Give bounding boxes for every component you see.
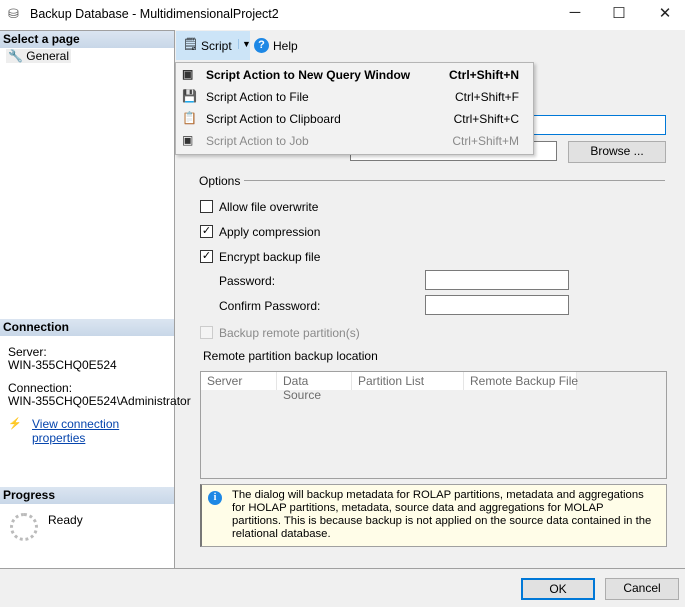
menu-item-file[interactable]: 💾 Script Action to File Ctrl+Shift+F bbox=[176, 86, 533, 108]
remote-partitions-label: Backup remote partition(s) bbox=[219, 326, 360, 340]
encrypt-checkbox[interactable]: ✓ bbox=[200, 250, 213, 263]
menu-label: Script Action to Job bbox=[206, 134, 309, 148]
options-label: Options bbox=[199, 174, 241, 188]
sidebar: Select a page 🔧 General Connection Serve… bbox=[0, 30, 191, 568]
confirm-password-label: Confirm Password: bbox=[219, 299, 321, 313]
server-value: WIN-355CHQ0E524 bbox=[8, 358, 117, 372]
remote-location-label: Remote partition backup location bbox=[203, 349, 378, 363]
ok-button[interactable]: OK bbox=[521, 578, 595, 600]
column-header-partition-list[interactable]: Partition List bbox=[352, 372, 464, 390]
close-button[interactable]: ✕ bbox=[650, 4, 680, 24]
browse-button[interactable]: Browse ... bbox=[568, 141, 666, 163]
connection-label: Connection: bbox=[8, 381, 73, 395]
menu-item-job: ▣ Script Action to Job Ctrl+Shift+M bbox=[176, 130, 533, 152]
menu-item-new-query-window[interactable]: ▣ Script Action to New Query Window Ctrl+S… bbox=[176, 64, 533, 86]
menu-shortcut: Ctrl+Shift+F bbox=[454, 90, 519, 104]
menu-shortcut: Ctrl+Shift+N bbox=[448, 68, 519, 82]
remote-partitions-checkbox bbox=[200, 326, 213, 339]
progress-status: Ready bbox=[48, 513, 83, 527]
script-icon: 🗒 bbox=[183, 37, 199, 51]
cancel-button[interactable]: Cancel bbox=[605, 578, 679, 600]
script-label: Script bbox=[201, 39, 232, 53]
menu-item-clipboard[interactable]: 📋 Script Action to Clipboard Ctrl+Shift+C bbox=[176, 108, 533, 130]
column-header-remote-backup-file[interactable]: Remote Backup File bbox=[464, 372, 578, 390]
password-input[interactable] bbox=[425, 270, 569, 290]
chevron-down-icon[interactable]: ▼ bbox=[238, 39, 251, 49]
help-icon[interactable]: ? bbox=[254, 38, 269, 53]
encrypt-label: Encrypt backup file bbox=[219, 250, 321, 264]
spinner-icon bbox=[10, 513, 38, 541]
menu-label: Script Action to Clipboard bbox=[206, 112, 341, 126]
database-icon: ⛁ bbox=[8, 6, 19, 21]
maximize-button[interactable]: ☐ bbox=[604, 4, 634, 24]
menu-shortcut: Ctrl+Shift+M bbox=[452, 134, 519, 148]
info-icon: i bbox=[208, 491, 222, 505]
apply-compression-checkbox[interactable]: ✓ bbox=[200, 225, 213, 238]
confirm-password-input[interactable] bbox=[425, 295, 569, 315]
menu-label: Script Action to New Query Window bbox=[206, 68, 411, 82]
window-title: Backup Database - MultidimensionalProjec… bbox=[30, 7, 279, 21]
info-box: i The dialog will backup metadata for RO… bbox=[200, 484, 667, 547]
allow-overwrite-label: Allow file overwrite bbox=[219, 200, 319, 214]
help-button[interactable]: Help bbox=[273, 39, 298, 53]
plug-icon: ⚡ bbox=[8, 418, 22, 430]
password-label: Password: bbox=[219, 274, 276, 288]
server-label: Server: bbox=[8, 345, 47, 359]
footer-divider bbox=[0, 568, 685, 569]
script-dropdown-menu: ▣ Script Action to New Query Window Ctrl+S… bbox=[175, 62, 534, 155]
connection-header: Connection bbox=[0, 319, 174, 336]
minimize-button[interactable]: ─ bbox=[560, 4, 590, 24]
sidebar-item-label: General bbox=[26, 49, 69, 63]
view-connection-properties-link[interactable]: View connection properties bbox=[32, 417, 174, 445]
wrench-icon: 🔧 bbox=[8, 49, 23, 63]
clipboard-icon: 📋 bbox=[182, 111, 197, 125]
info-text: The dialog will backup metadata for ROLA… bbox=[232, 489, 652, 540]
options-divider bbox=[244, 180, 665, 181]
allow-overwrite-checkbox[interactable] bbox=[200, 200, 213, 213]
title-bar: ⛁ Backup Database - MultidimensionalProj… bbox=[0, 0, 685, 30]
column-header-server[interactable]: Server bbox=[201, 372, 277, 390]
query-window-icon: ▣ bbox=[182, 67, 194, 81]
menu-label: Script Action to File bbox=[206, 90, 309, 104]
save-file-icon: 💾 bbox=[182, 89, 197, 103]
connection-value: WIN-355CHQ0E524\Administrator bbox=[8, 394, 191, 408]
sidebar-item-general[interactable]: 🔧 General bbox=[6, 49, 71, 63]
remote-partition-table: Server Data Source Partition List Remote… bbox=[200, 371, 667, 479]
menu-shortcut: Ctrl+Shift+C bbox=[453, 112, 519, 126]
script-button[interactable]: 🗒 Script ▼ bbox=[176, 31, 251, 60]
column-header-data-source[interactable]: Data Source bbox=[277, 372, 352, 402]
progress-header: Progress bbox=[0, 487, 174, 504]
apply-compression-label: Apply compression bbox=[219, 225, 321, 239]
select-page-header: Select a page bbox=[0, 31, 174, 48]
job-icon: ▣ bbox=[182, 133, 194, 147]
